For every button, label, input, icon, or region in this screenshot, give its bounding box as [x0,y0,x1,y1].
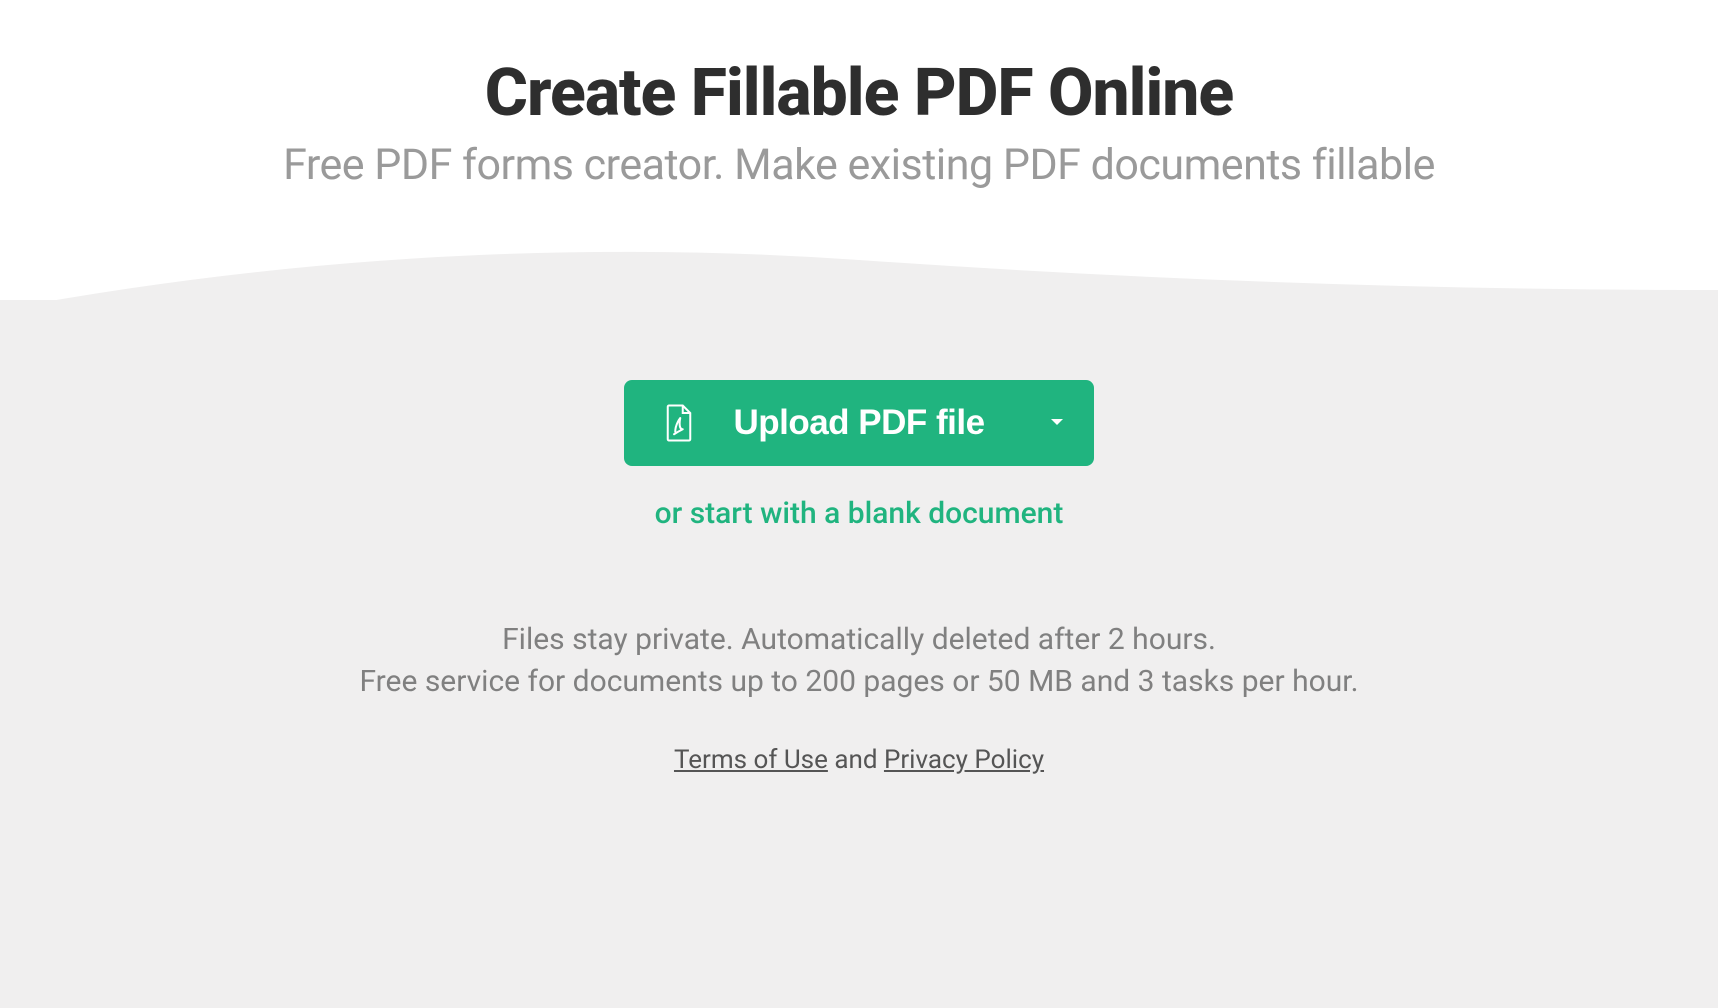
page-subtitle: Free PDF forms creator. Make existing PD… [0,140,1718,190]
header-section: Create Fillable PDF Online Free PDF form… [0,0,1718,240]
info-block: Files stay private. Automatically delete… [0,619,1718,703]
caret-down-icon [1050,418,1064,428]
info-line-limits: Free service for documents up to 200 pag… [0,661,1718,703]
pdf-file-icon [664,404,694,442]
terms-of-use-link[interactable]: Terms of Use [674,745,828,775]
upload-pdf-button[interactable]: Upload PDF file [624,380,1094,466]
legal-separator: and [828,745,884,775]
start-blank-link[interactable]: or start with a blank document [0,496,1718,531]
upload-button-label: Upload PDF file [733,403,984,443]
info-line-privacy: Files stay private. Automatically delete… [0,619,1718,661]
wave-divider [0,230,1718,350]
legal-line: Terms of Use and Privacy Policy [0,745,1718,775]
main-section: Upload PDF file or start with a blank do… [0,300,1718,1008]
page-title: Create Fillable PDF Online [0,55,1718,132]
privacy-policy-link[interactable]: Privacy Policy [884,745,1044,775]
